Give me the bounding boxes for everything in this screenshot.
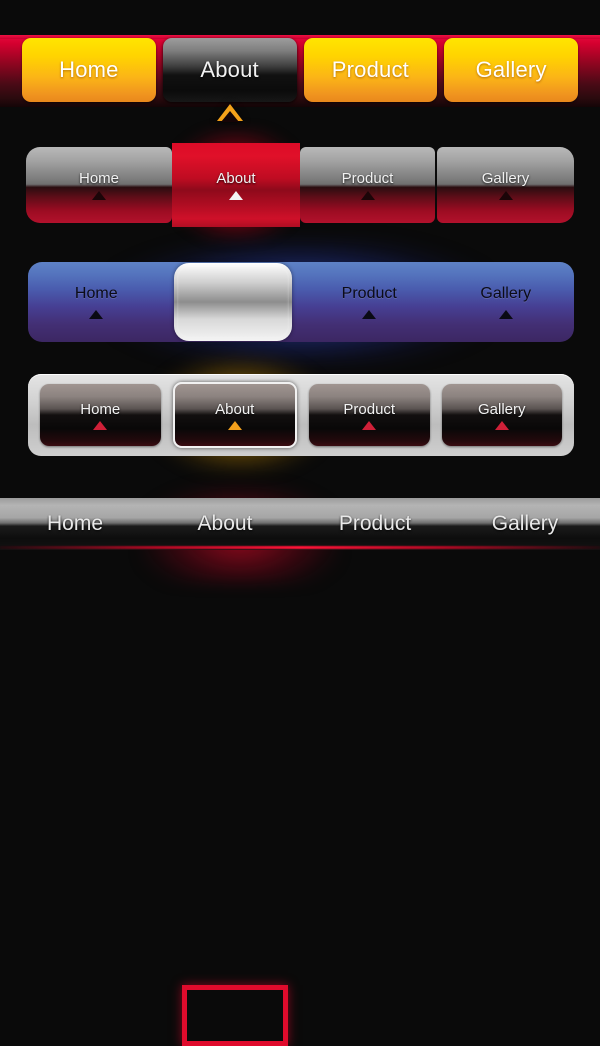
nav-item-gallery[interactable]: Gallery [438,262,575,342]
triangle-up-icon [89,310,104,319]
navbar-yellow-tabs: Home About Product Gallery [0,35,600,122]
triangle-up-icon [362,420,377,430]
nav-item-label: Home [74,285,118,302]
nav-item-label: Gallery [480,285,532,302]
nav-segment-label: About [216,170,256,187]
nav-link-home[interactable]: Home [0,512,150,536]
triangle-up-icon [498,191,513,200]
nav-tab-label: Product [331,57,409,82]
triangle-up-icon [229,191,243,200]
nav-tab-product[interactable]: Product [303,38,438,102]
triangle-up-icon [227,420,242,430]
nav-segment-home[interactable]: Home [26,147,172,223]
navbar-fullwidth-silver: Home About Product Gallery [0,484,600,1046]
nav-segment-product[interactable]: Product [300,147,435,223]
nav-button-label: Gallery [477,400,526,418]
red-underline-accent [0,546,600,549]
nav-button-label: Home [80,400,121,418]
nav-tab-gallery[interactable]: Gallery [444,38,578,102]
navbar-silver-tray-panel: Home About Product Gallery [28,374,574,456]
nav-button-home[interactable]: Home [40,384,161,446]
nav-item-label: Product [341,285,397,302]
nav-tab-label: Home [59,57,119,82]
navbar-silver-red: Home About Product Gallery [0,127,600,243]
triangle-up-icon [92,191,106,200]
triangle-up-icon [360,191,375,200]
nav-button-label: Product [343,400,396,418]
triangle-up-icon [362,310,377,319]
navbar-blue: Home About Product Gallery [0,238,600,366]
nav-button-gallery[interactable]: Gallery [441,384,562,446]
navbar-silver-tray: Home About Product Gallery [0,356,600,474]
navbar-yellow-tabs-list: Home About Product Gallery [0,38,600,122]
nav-tab-about[interactable]: About [162,38,297,122]
nav-tab-label: About [200,57,259,82]
navigation-showcase-canvas: Home About Product Gallery Home About Pr… [0,0,600,1046]
chrome-selection-ring [174,263,292,341]
triangle-up-icon [498,310,513,319]
nav-segment-gallery[interactable]: Gallery [437,147,574,223]
nav-segment-label: Home [78,170,119,187]
triangle-up-icon [93,420,108,430]
nav-segment-label: Product [341,170,394,187]
navbar-blue-panel: Home About Product Gallery [28,262,574,342]
nav-link-product[interactable]: Product [300,512,450,536]
nav-tab-label: Gallery [475,57,547,82]
red-selection-box [182,985,288,1046]
nav-link-about[interactable]: About [150,512,300,536]
triangle-up-icon [494,420,509,430]
nav-link-gallery[interactable]: Gallery [450,512,600,536]
nav-button-about[interactable]: About [172,382,297,448]
nav-item-about[interactable]: About [165,262,302,342]
nav-button-product[interactable]: Product [309,384,430,446]
active-caret-notch-icon [220,111,239,122]
nav-segment-about[interactable]: About [172,143,300,227]
nav-item-product[interactable]: Product [301,262,438,342]
navbar-fullwidth-silver-strip: Home About Product Gallery [0,498,600,550]
nav-tab-home[interactable]: Home [22,38,156,102]
nav-button-label: About [215,400,255,418]
nav-item-home[interactable]: Home [28,262,165,342]
nav-segment-label: Gallery [481,170,530,187]
